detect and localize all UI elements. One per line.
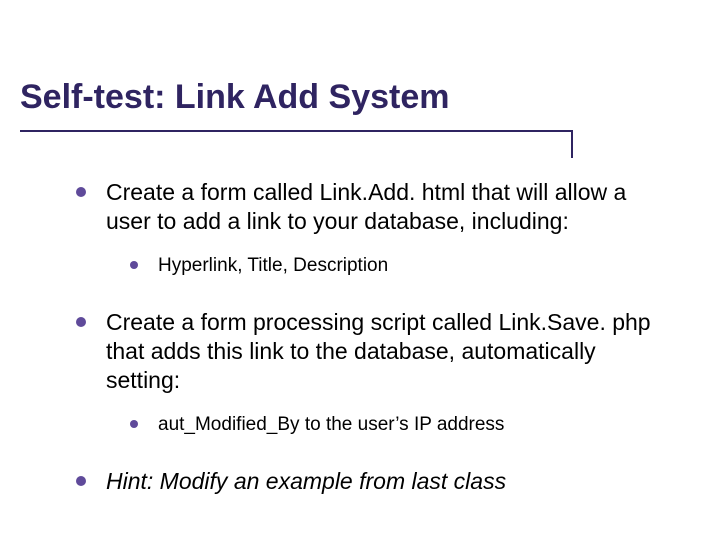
sub-bullet-item: Hyperlink, Title, Description <box>128 254 675 279</box>
bullet-text: Create a form processing script called L… <box>106 309 651 393</box>
title-area: Self-test: Link Add System <box>0 0 720 123</box>
slide-body: Create a form called Link.Add. html that… <box>0 123 720 496</box>
title-underline <box>20 130 572 132</box>
sub-bullet-item: aut_Modified_By to the user’s IP address <box>128 413 675 438</box>
sub-bullet-list: Hyperlink, Title, Description <box>106 254 675 279</box>
slide-title: Self-test: Link Add System <box>20 78 700 123</box>
bullet-list: Create a form called Link.Add. html that… <box>70 178 675 496</box>
bullet-item: Create a form processing script called L… <box>70 308 675 437</box>
bullet-item: Create a form called Link.Add. html that… <box>70 178 675 278</box>
sub-bullet-list: aut_Modified_By to the user’s IP address <box>106 413 675 438</box>
sub-bullet-text: aut_Modified_By to the user’s IP address <box>158 414 504 435</box>
bullet-text-hint: Hint: Modify an example from last class <box>106 468 506 494</box>
sub-bullet-text: Hyperlink, Title, Description <box>158 255 388 276</box>
slide: Self-test: Link Add System Create a form… <box>0 0 720 540</box>
bullet-text: Create a form called Link.Add. html that… <box>106 179 626 234</box>
title-tick <box>571 130 573 158</box>
bullet-item: Hint: Modify an example from last class <box>70 467 675 496</box>
